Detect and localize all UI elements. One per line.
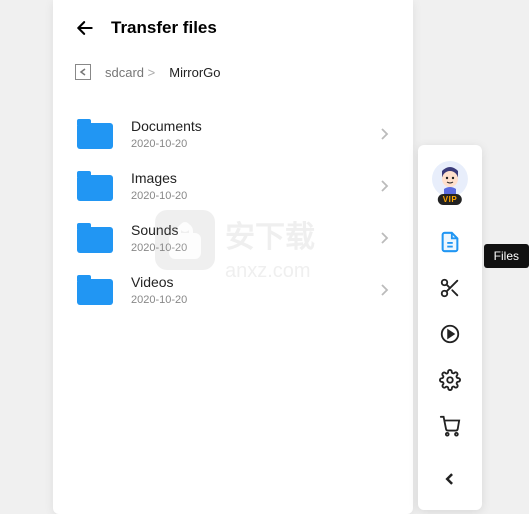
panel-header: Transfer files (53, 18, 413, 58)
chevron-right-icon (379, 179, 389, 193)
chevron-right-icon (379, 127, 389, 141)
folder-row[interactable]: Images 2020-10-20 (63, 160, 403, 212)
folder-icon (77, 275, 113, 305)
file-info: Documents 2020-10-20 (131, 118, 379, 150)
folder-name: Sounds (131, 222, 379, 238)
sidebar-scissors-button[interactable] (429, 267, 471, 309)
files-tooltip: Files (484, 244, 529, 268)
folder-row[interactable]: Videos 2020-10-20 (63, 264, 403, 316)
breadcrumb-current[interactable]: MirrorGo (169, 65, 220, 80)
file-info: Videos 2020-10-20 (131, 274, 379, 306)
folder-name: Videos (131, 274, 379, 290)
sidebar-files-button[interactable] (429, 221, 471, 263)
folder-date: 2020-10-20 (131, 242, 379, 254)
file-list: Documents 2020-10-20 Images 2020-10-20 S… (53, 108, 413, 316)
folder-icon (77, 171, 113, 201)
right-sidebar: VIP (418, 145, 482, 510)
sidebar-collapse-button[interactable] (429, 458, 471, 500)
folder-row[interactable]: Documents 2020-10-20 (63, 108, 403, 160)
breadcrumb-root[interactable]: sdcard > (105, 65, 155, 80)
folder-date: 2020-10-20 (131, 190, 379, 202)
sidebar-play-button[interactable] (429, 313, 471, 355)
sidebar-settings-button[interactable] (429, 359, 471, 401)
folder-icon (77, 119, 113, 149)
back-button[interactable] (75, 18, 95, 38)
folder-date: 2020-10-20 (131, 138, 379, 150)
folder-icon (77, 223, 113, 253)
breadcrumb-up-icon[interactable] (75, 64, 91, 80)
folder-date: 2020-10-20 (131, 294, 379, 306)
transfer-files-panel: Transfer files sdcard > MirrorGo Documen… (53, 0, 413, 514)
avatar-icon (432, 161, 468, 197)
file-info: Images 2020-10-20 (131, 170, 379, 202)
folder-name: Images (131, 170, 379, 186)
chevron-right-icon (379, 231, 389, 245)
breadcrumb: sdcard > MirrorGo (53, 58, 413, 108)
chevron-right-icon (379, 283, 389, 297)
folder-row[interactable]: Sounds 2020-10-20 (63, 212, 403, 264)
folder-name: Documents (131, 118, 379, 134)
user-avatar[interactable]: VIP (430, 161, 470, 205)
file-info: Sounds 2020-10-20 (131, 222, 379, 254)
page-title: Transfer files (111, 18, 217, 38)
sidebar-cart-button[interactable] (429, 405, 471, 447)
vip-badge: VIP (438, 194, 462, 205)
